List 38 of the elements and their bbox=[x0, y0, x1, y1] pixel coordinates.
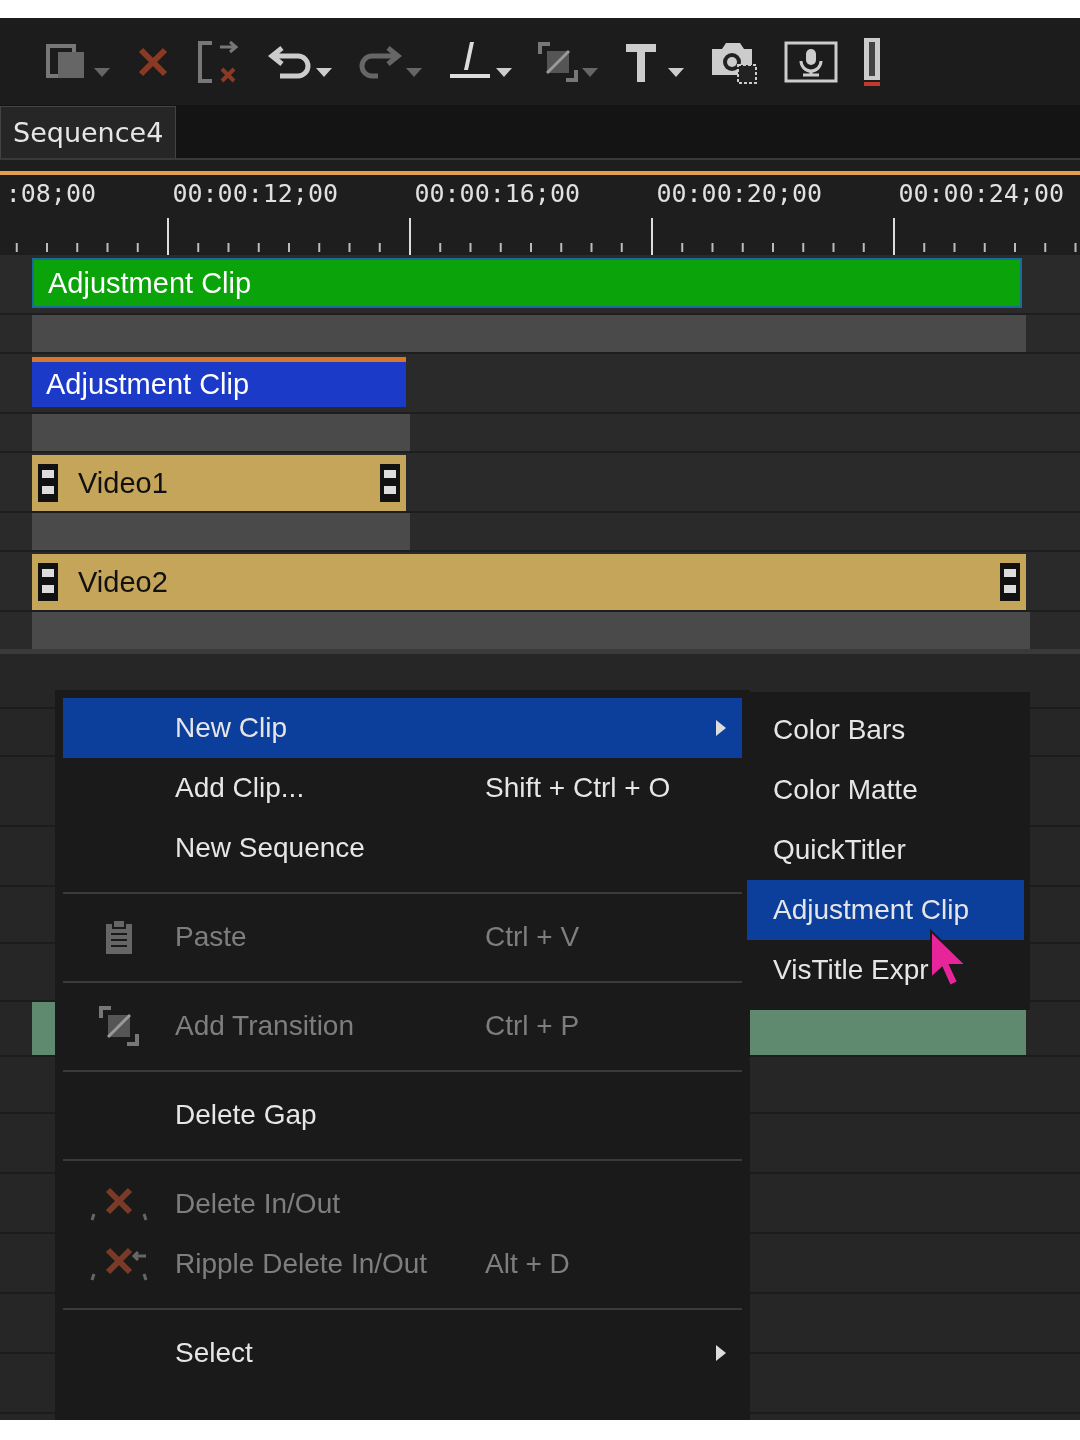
menu-item[interactable]: Color Matte bbox=[747, 760, 1024, 820]
film-frame-icon bbox=[1000, 563, 1020, 601]
timeline-clip[interactable]: Video1 bbox=[32, 455, 406, 511]
caret-icon bbox=[406, 67, 422, 78]
film-frame-icon bbox=[380, 464, 400, 502]
timeline-clip[interactable]: Adjustment Clip bbox=[32, 357, 406, 407]
caret-icon bbox=[496, 67, 512, 78]
film-frame-icon bbox=[38, 464, 58, 502]
clip-name: Adjustment Clip bbox=[45, 368, 251, 401]
caret-icon bbox=[94, 67, 110, 78]
caret-icon bbox=[316, 67, 332, 78]
clip-name: Adjustment Clip bbox=[47, 266, 253, 300]
menu-item[interactable]: Color Bars bbox=[747, 700, 1024, 760]
sequence-tab[interactable]: Sequence4 bbox=[0, 106, 177, 158]
transition-icon bbox=[538, 41, 578, 82]
clip-name: Video1 bbox=[77, 466, 169, 500]
timecode-label: 00:00:24;00 bbox=[898, 179, 1064, 208]
timecode-label: :08;00 bbox=[5, 179, 96, 208]
menu-item[interactable]: Delete Gap bbox=[63, 1085, 742, 1145]
menu-item[interactable]: Select bbox=[63, 1323, 742, 1383]
clipboard-icon bbox=[104, 918, 134, 956]
film-frame-icon bbox=[38, 563, 58, 601]
timeline-ruler[interactable]: :08;00 00:00:12;00 00:00:16;00 00:00:20;00 00:00:24;00 bbox=[0, 160, 1080, 255]
timecode-label: 00:00:16;00 bbox=[414, 179, 580, 208]
caret-icon bbox=[668, 67, 684, 78]
microphone-icon bbox=[784, 40, 838, 83]
timeline-clip[interactable]: Video2 bbox=[32, 554, 1026, 610]
menu-item[interactable]: QuickTitler bbox=[747, 820, 1024, 880]
menu-item[interactable]: VisTitle Expr bbox=[747, 940, 1024, 1000]
timecode-label: 00:00:12;00 bbox=[172, 179, 338, 208]
caret-icon bbox=[582, 67, 598, 78]
menu-item[interactable]: Adjustment Clip bbox=[747, 880, 1024, 940]
timecode-label: 00:00:20;00 bbox=[656, 179, 822, 208]
menu-item[interactable]: New Sequence bbox=[63, 818, 742, 878]
menu-item[interactable]: Add Clip... Shift + Ctrl + O bbox=[63, 758, 742, 818]
clip-name: Video2 bbox=[77, 565, 169, 599]
menu-item[interactable]: New Clip bbox=[63, 698, 742, 758]
transition-icon bbox=[99, 1006, 139, 1046]
